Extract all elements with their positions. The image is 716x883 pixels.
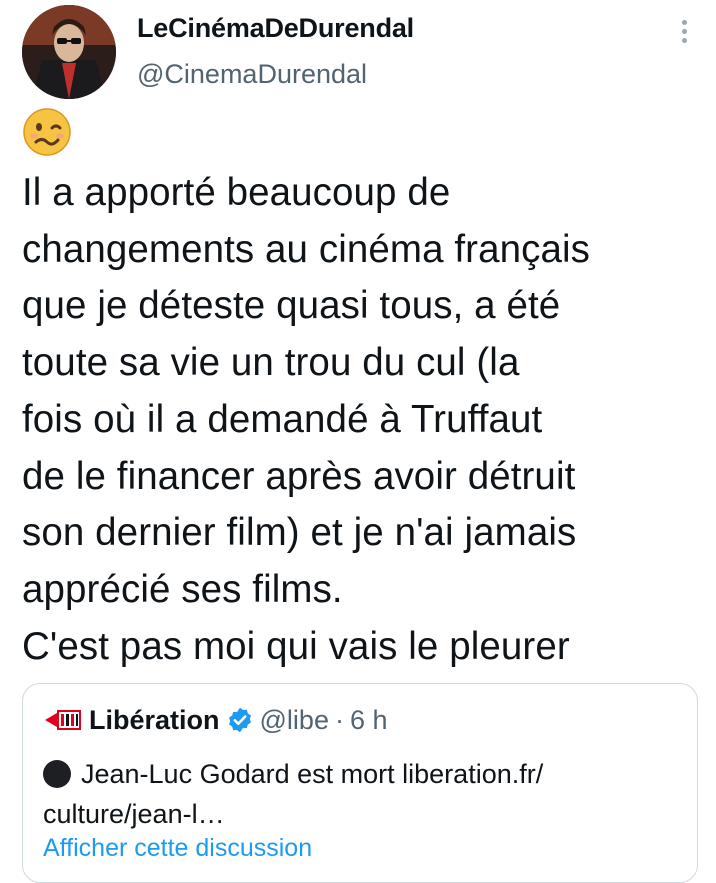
tweet-text: Il a apporté beaucoup de changements au … (22, 165, 702, 675)
tweet-text-line: changements au cinéma français (22, 227, 590, 271)
quoted-handle[interactable]: @libe (260, 705, 329, 736)
tweet-text-line: toute sa vie un trou du cul (la (22, 341, 520, 385)
display-name[interactable]: LeCinémaDeDurendal (137, 13, 414, 44)
quoted-tweet-text: Jean-Luc Godard est mort liberation.fr/ … (43, 754, 683, 834)
separator-dot: · (334, 704, 344, 735)
verified-badge-icon (228, 707, 251, 733)
tweet-text-line: apprécié ses films. (22, 567, 343, 611)
liberation-logo-icon (45, 710, 81, 730)
quoted-timestamp[interactable]: 6 h (350, 705, 388, 736)
tweet-text-line: Il a apporté beaucoup de (22, 171, 451, 214)
quoted-tweet-header: Libération @libe · 6 h (43, 704, 388, 736)
more-options-icon[interactable] (676, 20, 692, 46)
show-thread-link[interactable]: Afficher cette discussion (43, 834, 312, 863)
avatar[interactable] (22, 5, 116, 99)
tweet-text-line: C'est pas moi qui vais le pleurer (22, 624, 570, 668)
user-handle[interactable]: @CinemaDurendal (137, 59, 367, 90)
tweet-text-line: de le financer après avoir détruit (22, 454, 576, 498)
tweet-text-line: son dernier film) et je n'ai jamais (22, 511, 577, 555)
quoted-text: Jean-Luc Godard est mort liberation.fr/ … (43, 759, 544, 829)
black-circle-icon (43, 760, 71, 788)
quoted-display-name[interactable]: Libération (89, 705, 220, 736)
avatar-illustration (22, 5, 116, 99)
tweet-text-line: fois où il a demandé à Truffaut (22, 397, 543, 441)
tweet-text-line: que je déteste quasi tous, a été (22, 284, 561, 328)
quoted-tweet[interactable]: Libération @libe · 6 h Jean-Luc Godard e… (22, 683, 698, 883)
woozy-face-icon (23, 108, 71, 156)
